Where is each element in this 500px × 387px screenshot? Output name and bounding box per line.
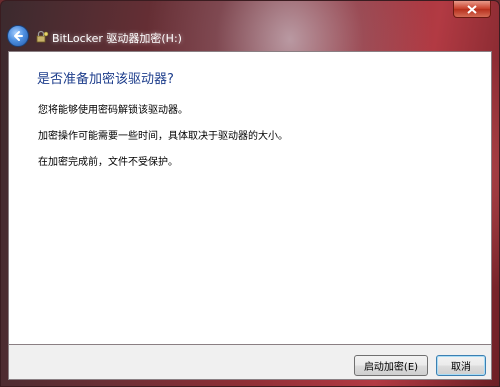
close-button[interactable] bbox=[453, 1, 491, 18]
info-line-protection: 在加密完成前，文件不受保护。 bbox=[38, 157, 178, 168]
info-line-unlock: 您将能够使用密码解锁该驱动器。 bbox=[38, 105, 188, 116]
start-encryption-button[interactable]: 启动加密(E) bbox=[354, 355, 428, 376]
cancel-button[interactable]: 取消 bbox=[436, 355, 486, 376]
navigation-bar: BitLocker 驱动器加密(H:) bbox=[1, 23, 499, 51]
bitlocker-key-icon bbox=[36, 30, 49, 43]
page-heading: 是否准备加密该驱动器? bbox=[37, 72, 174, 87]
window-title: BitLocker 驱动器加密(H:) bbox=[52, 32, 182, 45]
close-icon bbox=[467, 4, 477, 14]
back-button[interactable] bbox=[7, 25, 29, 47]
info-line-duration: 加密操作可能需要一些时间，具体取决于驱动器的大小。 bbox=[38, 131, 288, 142]
button-bar: 启动加密(E) 取消 bbox=[8, 345, 492, 380]
content-panel: 是否准备加密该驱动器? 您将能够使用密码解锁该驱动器。 加密操作可能需要一些时间… bbox=[8, 51, 492, 345]
bitlocker-window: BitLocker 驱动器加密(H:) 是否准备加密该驱动器? 您将能够使用密码… bbox=[0, 0, 500, 387]
back-arrow-icon bbox=[14, 31, 23, 41]
title-bar[interactable] bbox=[1, 1, 499, 23]
